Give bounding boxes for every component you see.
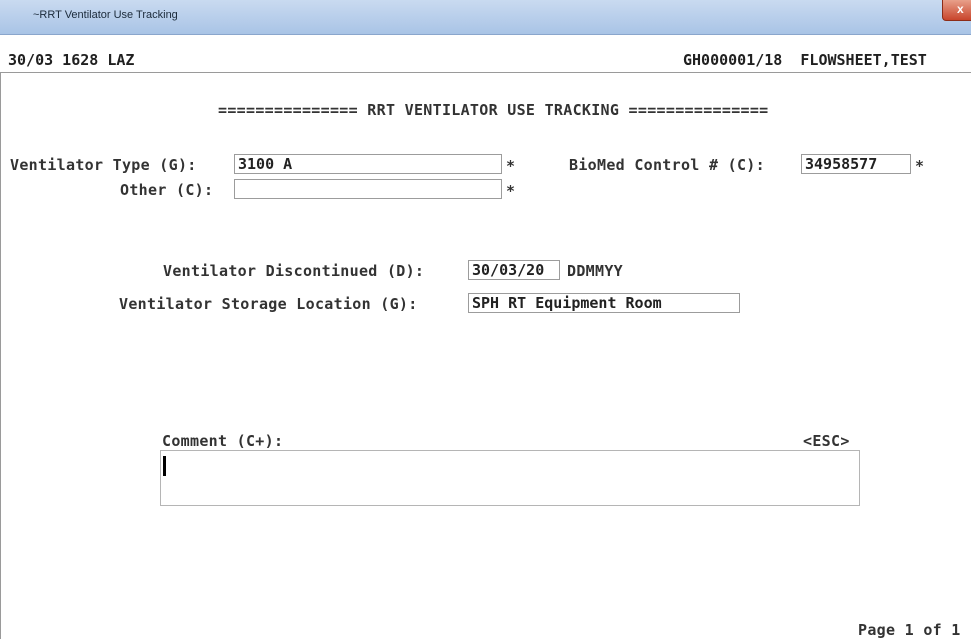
other-label: Other (C):	[120, 181, 214, 199]
application-window: ~RRT Ventilator Use Tracking x 30/03 162…	[0, 0, 971, 639]
date-format-hint: DDMMYY	[567, 262, 623, 280]
ventilator-type-label: Ventilator Type (G):	[10, 156, 197, 174]
storage-location-label: Ventilator Storage Location (G):	[119, 295, 418, 313]
close-icon: x	[957, 2, 964, 16]
patient-info: GH000001/18 FLOWSHEET,TEST	[683, 51, 927, 69]
biomed-control-label: BioMed Control # (C):	[569, 156, 765, 174]
ventilator-type-required: *	[506, 157, 516, 175]
comment-textarea[interactable]	[160, 450, 860, 506]
ventilator-type-field[interactable]: 3100 A	[234, 154, 502, 174]
text-cursor	[163, 456, 166, 476]
biomed-control-required: *	[915, 157, 925, 175]
other-required: *	[506, 182, 516, 200]
discontinued-label: Ventilator Discontinued (D):	[163, 262, 425, 280]
form-heading: =============== RRT VENTILATOR USE TRACK…	[218, 101, 769, 119]
comment-label: Comment (C+):	[162, 432, 284, 450]
storage-location-field[interactable]: SPH RT Equipment Room	[468, 293, 740, 313]
biomed-control-field[interactable]: 34958577	[801, 154, 911, 174]
session-info: 30/03 1628 LAZ	[8, 51, 135, 69]
discontinued-field[interactable]: 30/03/20	[468, 260, 560, 280]
esc-hint[interactable]: <ESC>	[803, 432, 850, 450]
other-field[interactable]	[234, 179, 502, 199]
page-indicator: Page 1 of 1	[858, 621, 961, 639]
title-bar[interactable]: ~RRT Ventilator Use Tracking x	[0, 0, 971, 35]
form-area: =============== RRT VENTILATOR USE TRACK…	[0, 73, 971, 639]
window-title: ~RRT Ventilator Use Tracking	[33, 9, 178, 21]
status-bar: 30/03 1628 LAZ GH000001/18 FLOWSHEET,TES…	[0, 46, 971, 73]
close-button[interactable]: x	[942, 0, 971, 21]
